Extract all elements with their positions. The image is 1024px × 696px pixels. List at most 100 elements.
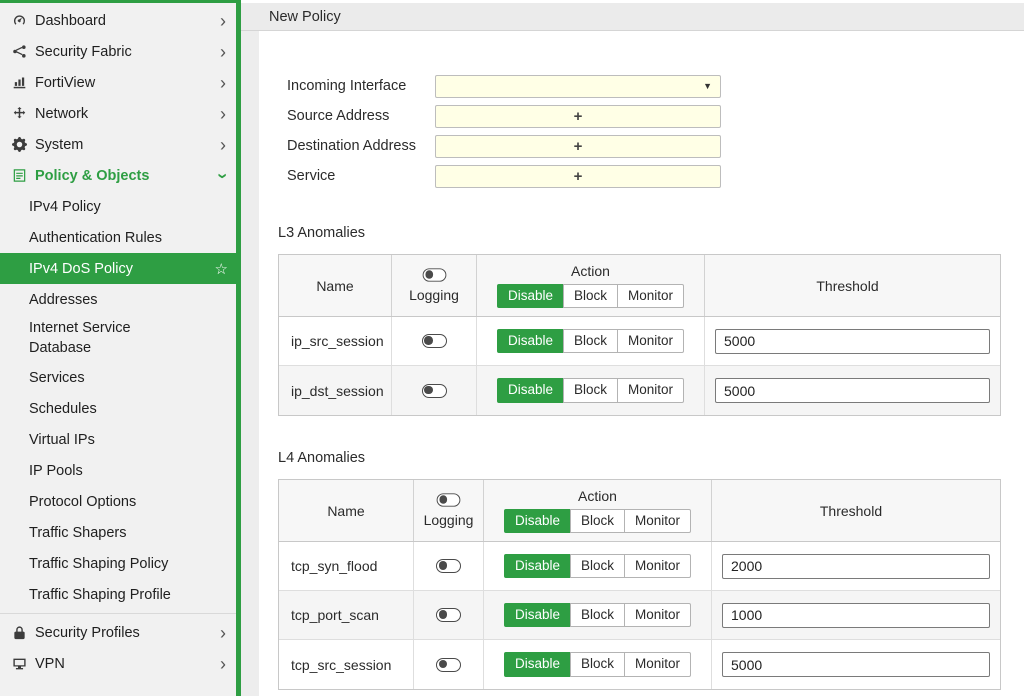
action-block-button[interactable]: Block xyxy=(570,652,626,677)
source-address-field[interactable]: + xyxy=(435,104,721,128)
sidebar-item-internet-service-database[interactable]: Internet Service Database xyxy=(0,315,236,362)
policy-objects-icon xyxy=(10,168,29,183)
l3-anomalies-title: L3 Anomalies xyxy=(278,225,366,241)
service-label: Service xyxy=(287,168,336,184)
row-action-cell: Disable Block Monitor xyxy=(484,542,712,590)
destination-address-field[interactable]: + xyxy=(435,134,721,158)
l4-anomalies-title: L4 Anomalies xyxy=(278,450,366,466)
row-action-cell: Disable Block Monitor xyxy=(484,640,712,689)
action-block-button[interactable]: Block xyxy=(570,553,626,579)
action-block-button[interactable]: Block xyxy=(563,283,619,309)
sidebar-item-network[interactable]: Network › xyxy=(0,98,236,129)
row-name: tcp_syn_flood xyxy=(279,542,414,590)
action-disable-button[interactable]: Disable xyxy=(496,378,564,403)
action-monitor-button[interactable]: Monitor xyxy=(624,553,692,579)
sidebar-item-traffic-shaping-profile[interactable]: Traffic Shaping Profile xyxy=(0,579,236,610)
column-header-action: Action Disable Block Monitor xyxy=(484,480,712,541)
l3-anomalies-table: Name Logging Action Disable Block Monito… xyxy=(278,254,1001,416)
star-icon[interactable]: ☆ xyxy=(215,260,228,278)
logging-toggle[interactable] xyxy=(421,334,447,348)
chevron-right-icon: › xyxy=(220,622,226,643)
sidebar-item-label: Traffic Shaping Profile xyxy=(29,586,171,603)
row-threshold-cell xyxy=(705,366,1000,415)
action-monitor-button[interactable]: Monitor xyxy=(617,283,685,309)
sidebar-item-ip-pools[interactable]: IP Pools xyxy=(0,455,236,486)
sidebar-item-addresses[interactable]: Addresses xyxy=(0,284,236,315)
chevron-right-icon: › xyxy=(220,103,226,124)
sidebar-item-label: Traffic Shaping Policy xyxy=(29,555,169,572)
column-header-action: Action Disable Block Monitor xyxy=(477,255,705,316)
sidebar-item-label: FortiView xyxy=(35,74,96,91)
row-name: ip_dst_session xyxy=(279,366,392,415)
threshold-input[interactable] xyxy=(722,652,990,677)
sidebar-item-authentication-rules[interactable]: Authentication Rules xyxy=(0,222,236,253)
action-block-button[interactable]: Block xyxy=(563,328,619,354)
service-field[interactable]: + xyxy=(435,164,721,188)
sidebar-item-label: IPv4 DoS Policy xyxy=(29,260,133,277)
action-disable-button[interactable]: Disable xyxy=(496,328,564,354)
sidebar-item-protocol-options[interactable]: Protocol Options xyxy=(0,486,236,517)
threshold-input[interactable] xyxy=(722,602,990,628)
sidebar-item-dashboard[interactable]: Dashboard › xyxy=(0,5,236,36)
row-logging-cell xyxy=(414,542,484,590)
sidebar-item-ipv4-dos-policy[interactable]: IPv4 DoS Policy ☆ xyxy=(0,253,236,284)
sidebar: Dashboard › Security Fabric › FortiView … xyxy=(0,0,236,696)
policy-form: Incoming Interface ▼ Source Address + De… xyxy=(259,71,1024,191)
row-action-cell: Disable Block Monitor xyxy=(477,366,705,415)
sidebar-item-label: Virtual IPs xyxy=(29,431,95,448)
sidebar-item-traffic-shaping-policy[interactable]: Traffic Shaping Policy xyxy=(0,548,236,579)
action-disable-button[interactable]: Disable xyxy=(496,283,564,309)
action-monitor-button[interactable]: Monitor xyxy=(617,328,685,354)
sidebar-item-fortiview[interactable]: FortiView › xyxy=(0,67,236,98)
table-row: ip_dst_session Disable Block Monitor xyxy=(279,366,1000,415)
sidebar-item-label: VPN xyxy=(35,655,65,672)
sidebar-item-system[interactable]: System › xyxy=(0,129,236,160)
new-policy-panel: Incoming Interface ▼ Source Address + De… xyxy=(259,31,1024,696)
sidebar-item-traffic-shapers[interactable]: Traffic Shapers xyxy=(0,517,236,548)
sidebar-item-virtual-ips[interactable]: Virtual IPs xyxy=(0,424,236,455)
action-block-button[interactable]: Block xyxy=(563,378,619,403)
action-monitor-button[interactable]: Monitor xyxy=(624,652,692,677)
table-row: tcp_src_session Disable Block Monitor xyxy=(279,640,1000,689)
action-disable-button[interactable]: Disable xyxy=(503,508,571,534)
threshold-input[interactable] xyxy=(715,328,990,354)
row-name: tcp_port_scan xyxy=(279,591,414,639)
action-segmented: Disable Block Monitor xyxy=(503,553,692,579)
sidebar-item-vpn[interactable]: VPN › xyxy=(0,648,236,679)
sidebar-item-security-fabric[interactable]: Security Fabric › xyxy=(0,36,236,67)
incoming-interface-select[interactable]: ▼ xyxy=(435,74,721,98)
action-monitor-button[interactable]: Monitor xyxy=(624,508,692,534)
action-disable-button[interactable]: Disable xyxy=(503,652,571,677)
sidebar-item-schedules[interactable]: Schedules xyxy=(0,393,236,424)
logging-master-toggle[interactable] xyxy=(422,268,446,282)
action-monitor-button[interactable]: Monitor xyxy=(617,378,685,403)
sidebar-item-label: Dashboard xyxy=(35,12,106,29)
sidebar-item-policy-objects[interactable]: Policy & Objects › xyxy=(0,160,236,191)
sidebar-item-label: Addresses xyxy=(29,291,98,308)
form-row: Service + xyxy=(259,161,1024,191)
action-block-button[interactable]: Block xyxy=(570,602,626,628)
logging-master-toggle[interactable] xyxy=(436,493,461,507)
logging-toggle[interactable] xyxy=(436,657,461,672)
action-disable-button[interactable]: Disable xyxy=(503,553,571,579)
sidebar-item-label: Services xyxy=(29,369,85,386)
plus-icon: + xyxy=(573,167,583,185)
action-monitor-button[interactable]: Monitor xyxy=(624,602,692,628)
sidebar-item-security-profiles[interactable]: Security Profiles › xyxy=(0,617,236,648)
sidebar-item-services[interactable]: Services xyxy=(0,362,236,393)
sidebar-item-label: Policy & Objects xyxy=(35,167,150,184)
chevron-down-icon: › xyxy=(213,172,233,179)
logging-toggle[interactable] xyxy=(421,383,447,398)
sidebar-item-ipv4-policy[interactable]: IPv4 Policy xyxy=(0,191,236,222)
table-row: tcp_syn_flood Disable Block Monitor xyxy=(279,542,1000,591)
action-master-segmented: Disable Block Monitor xyxy=(503,508,692,534)
form-row: Destination Address + xyxy=(259,131,1024,161)
action-block-button[interactable]: Block xyxy=(570,508,626,534)
logging-toggle[interactable] xyxy=(436,559,461,573)
threshold-input[interactable] xyxy=(715,378,990,403)
action-master-segmented: Disable Block Monitor xyxy=(496,283,685,309)
page-header: New Policy xyxy=(241,3,1024,31)
logging-toggle[interactable] xyxy=(436,608,461,622)
action-disable-button[interactable]: Disable xyxy=(503,602,571,628)
threshold-input[interactable] xyxy=(722,553,990,579)
